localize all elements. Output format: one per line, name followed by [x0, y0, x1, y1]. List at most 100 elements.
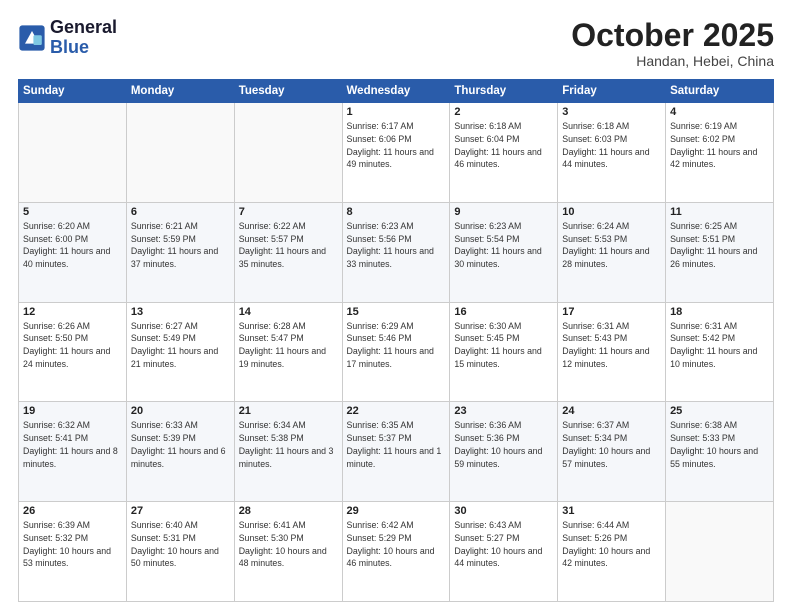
calendar-cell: 13 Sunrise: 6:27 AM Sunset: 5:49 PM Dayli… — [126, 302, 234, 402]
day-info: Sunrise: 6:40 AM Sunset: 5:31 PM Dayligh… — [131, 519, 230, 570]
calendar-cell: 16 Sunrise: 6:30 AM Sunset: 5:45 PM Dayli… — [450, 302, 558, 402]
day-info: Sunrise: 6:17 AM Sunset: 6:06 PM Dayligh… — [347, 120, 446, 171]
day-info: Sunrise: 6:43 AM Sunset: 5:27 PM Dayligh… — [454, 519, 553, 570]
header: General Blue October 2025 Handan, Hebei,… — [18, 18, 774, 69]
day-number: 25 — [670, 405, 769, 417]
day-number: 11 — [670, 206, 769, 218]
day-header-wednesday: Wednesday — [342, 80, 450, 103]
day-number: 27 — [131, 505, 230, 517]
calendar-cell: 5Sunrise: 6:20 AM Sunset: 6:00 PM Daylig… — [19, 202, 127, 302]
day-info: Sunrise: 6:23 AM Sunset: 5:54 PM Dayligh… — [454, 220, 553, 271]
day-number: 2 — [454, 106, 553, 118]
day-number: 23 — [454, 405, 553, 417]
calendar-week-1: 1 Sunrise: 6:17 AM Sunset: 6:06 PM Daylig… — [19, 103, 774, 203]
logo-blue: Blue — [50, 37, 89, 57]
day-number: 17 — [562, 306, 661, 318]
calendar-week-2: 5Sunrise: 6:20 AM Sunset: 6:00 PM Daylig… — [19, 202, 774, 302]
calendar-cell: 20Sunrise: 6:33 AM Sunset: 5:39 PM Dayli… — [126, 402, 234, 502]
calendar-table: SundayMondayTuesdayWednesdayThursdayFrid… — [18, 79, 774, 602]
logo-icon — [18, 24, 46, 52]
calendar-cell: 15Sunrise: 6:29 AM Sunset: 5:46 PM Dayli… — [342, 302, 450, 402]
day-info: Sunrise: 6:30 AM Sunset: 5:45 PM Dayligh… — [454, 320, 553, 371]
calendar-cell: 11Sunrise: 6:25 AM Sunset: 5:51 PM Dayli… — [666, 202, 774, 302]
day-number: 19 — [23, 405, 122, 417]
calendar-cell: 9 Sunrise: 6:23 AM Sunset: 5:54 PM Daylig… — [450, 202, 558, 302]
day-number: 8 — [347, 206, 446, 218]
calendar-cell: 18 Sunrise: 6:31 AM Sunset: 5:42 PM Dayli… — [666, 302, 774, 402]
calendar-cell: 24Sunrise: 6:37 AM Sunset: 5:34 PM Dayli… — [558, 402, 666, 502]
day-number: 24 — [562, 405, 661, 417]
day-info: Sunrise: 6:28 AM Sunset: 5:47 PM Dayligh… — [239, 320, 338, 371]
calendar-cell — [666, 502, 774, 602]
calendar-week-4: 19 Sunrise: 6:32 AM Sunset: 5:41 PM Dayli… — [19, 402, 774, 502]
calendar-cell: 30 Sunrise: 6:43 AM Sunset: 5:27 PM Dayli… — [450, 502, 558, 602]
day-number: 21 — [239, 405, 338, 417]
calendar-cell: 19 Sunrise: 6:32 AM Sunset: 5:41 PM Dayli… — [19, 402, 127, 502]
day-info: Sunrise: 6:35 AM Sunset: 5:37 PM Dayligh… — [347, 419, 446, 470]
day-info: Sunrise: 6:41 AM Sunset: 5:30 PM Dayligh… — [239, 519, 338, 570]
calendar-cell: 28Sunrise: 6:41 AM Sunset: 5:30 PM Dayli… — [234, 502, 342, 602]
day-number: 16 — [454, 306, 553, 318]
day-info: Sunrise: 6:31 AM Sunset: 5:43 PM Dayligh… — [562, 320, 661, 371]
day-header-thursday: Thursday — [450, 80, 558, 103]
month-title: October 2025 — [571, 18, 774, 53]
calendar-week-3: 12 Sunrise: 6:26 AM Sunset: 5:50 PM Dayli… — [19, 302, 774, 402]
day-info: Sunrise: 6:31 AM Sunset: 5:42 PM Dayligh… — [670, 320, 769, 371]
day-info: Sunrise: 6:18 AM Sunset: 6:03 PM Dayligh… — [562, 120, 661, 171]
day-header-saturday: Saturday — [666, 80, 774, 103]
calendar-cell: 27 Sunrise: 6:40 AM Sunset: 5:31 PM Dayli… — [126, 502, 234, 602]
calendar-cell — [19, 103, 127, 203]
day-info: Sunrise: 6:26 AM Sunset: 5:50 PM Dayligh… — [23, 320, 122, 371]
day-info: Sunrise: 6:22 AM Sunset: 5:57 PM Dayligh… — [239, 220, 338, 271]
calendar-cell: 1 Sunrise: 6:17 AM Sunset: 6:06 PM Daylig… — [342, 103, 450, 203]
calendar-cell: 21 Sunrise: 6:34 AM Sunset: 5:38 PM Dayli… — [234, 402, 342, 502]
day-header-monday: Monday — [126, 80, 234, 103]
day-number: 1 — [347, 106, 446, 118]
day-number: 29 — [347, 505, 446, 517]
day-info: Sunrise: 6:23 AM Sunset: 5:56 PM Dayligh… — [347, 220, 446, 271]
day-number: 12 — [23, 306, 122, 318]
day-number: 10 — [562, 206, 661, 218]
page: General Blue October 2025 Handan, Hebei,… — [0, 0, 792, 612]
day-number: 3 — [562, 106, 661, 118]
day-info: Sunrise: 6:19 AM Sunset: 6:02 PM Dayligh… — [670, 120, 769, 171]
calendar-cell: 14Sunrise: 6:28 AM Sunset: 5:47 PM Dayli… — [234, 302, 342, 402]
day-info: Sunrise: 6:27 AM Sunset: 5:49 PM Dayligh… — [131, 320, 230, 371]
day-header-friday: Friday — [558, 80, 666, 103]
calendar-cell: 10 Sunrise: 6:24 AM Sunset: 5:53 PM Dayli… — [558, 202, 666, 302]
day-number: 31 — [562, 505, 661, 517]
calendar-cell: 3 Sunrise: 6:18 AM Sunset: 6:03 PM Daylig… — [558, 103, 666, 203]
day-info: Sunrise: 6:18 AM Sunset: 6:04 PM Dayligh… — [454, 120, 553, 171]
day-info: Sunrise: 6:34 AM Sunset: 5:38 PM Dayligh… — [239, 419, 338, 470]
day-number: 18 — [670, 306, 769, 318]
calendar-cell: 17 Sunrise: 6:31 AM Sunset: 5:43 PM Dayli… — [558, 302, 666, 402]
day-info: Sunrise: 6:38 AM Sunset: 5:33 PM Dayligh… — [670, 419, 769, 470]
logo: General Blue — [18, 18, 117, 58]
day-info: Sunrise: 6:44 AM Sunset: 5:26 PM Dayligh… — [562, 519, 661, 570]
day-info: Sunrise: 6:21 AM Sunset: 5:59 PM Dayligh… — [131, 220, 230, 271]
day-number: 30 — [454, 505, 553, 517]
day-header-tuesday: Tuesday — [234, 80, 342, 103]
day-number: 9 — [454, 206, 553, 218]
calendar-cell: 26 Sunrise: 6:39 AM Sunset: 5:32 PM Dayli… — [19, 502, 127, 602]
day-number: 22 — [347, 405, 446, 417]
calendar-cell: 29Sunrise: 6:42 AM Sunset: 5:29 PM Dayli… — [342, 502, 450, 602]
day-number: 4 — [670, 106, 769, 118]
calendar-body: 1 Sunrise: 6:17 AM Sunset: 6:06 PM Daylig… — [19, 103, 774, 602]
calendar-cell: 7Sunrise: 6:22 AM Sunset: 5:57 PM Daylig… — [234, 202, 342, 302]
title-block: October 2025 Handan, Hebei, China — [571, 18, 774, 69]
day-number: 15 — [347, 306, 446, 318]
day-info: Sunrise: 6:33 AM Sunset: 5:39 PM Dayligh… — [131, 419, 230, 470]
day-number: 13 — [131, 306, 230, 318]
day-info: Sunrise: 6:39 AM Sunset: 5:32 PM Dayligh… — [23, 519, 122, 570]
calendar-cell: 12 Sunrise: 6:26 AM Sunset: 5:50 PM Dayli… — [19, 302, 127, 402]
calendar-cell — [126, 103, 234, 203]
calendar-cell: 4 Sunrise: 6:19 AM Sunset: 6:02 PM Daylig… — [666, 103, 774, 203]
day-info: Sunrise: 6:24 AM Sunset: 5:53 PM Dayligh… — [562, 220, 661, 271]
calendar-cell: 25 Sunrise: 6:38 AM Sunset: 5:33 PM Dayli… — [666, 402, 774, 502]
day-info: Sunrise: 6:32 AM Sunset: 5:41 PM Dayligh… — [23, 419, 122, 470]
calendar-cell: 2 Sunrise: 6:18 AM Sunset: 6:04 PM Daylig… — [450, 103, 558, 203]
day-number: 26 — [23, 505, 122, 517]
day-info: Sunrise: 6:20 AM Sunset: 6:00 PM Dayligh… — [23, 220, 122, 271]
calendar-week-5: 26 Sunrise: 6:39 AM Sunset: 5:32 PM Dayli… — [19, 502, 774, 602]
